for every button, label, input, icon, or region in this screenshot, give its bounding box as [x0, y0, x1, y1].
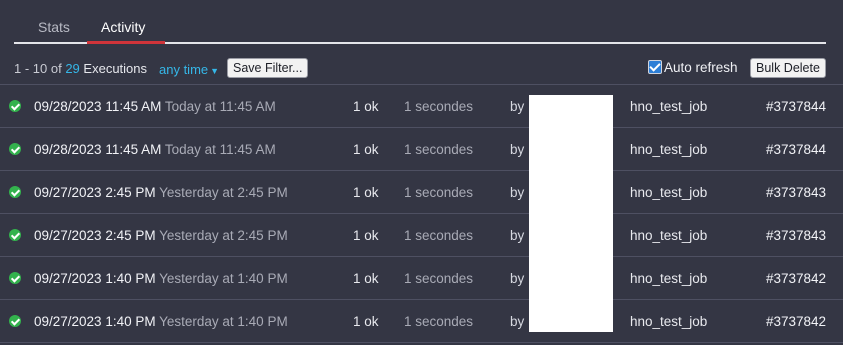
execution-relative-date: Yesterday at 1:40 PM — [159, 314, 288, 329]
tab-activity[interactable]: Activity — [101, 19, 145, 35]
execution-row[interactable]: 09/27/2023 2:45 PM Yesterday at 2:45 PM … — [0, 171, 843, 214]
executed-by-label: by — [510, 228, 525, 243]
executed-by-label: by — [510, 99, 525, 114]
executed-by-label: by — [510, 314, 525, 329]
ok-count: 1 ok — [353, 228, 379, 243]
execution-relative-date: Today at 11:45 AM — [164, 142, 276, 157]
total-count[interactable]: 29 — [65, 61, 79, 76]
execution-date: 09/27/2023 2:45 PM Yesterday at 2:45 PM — [34, 185, 288, 200]
execution-date: 09/28/2023 11:45 AM Today at 11:45 AM — [34, 142, 276, 157]
job-name[interactable]: hno_test_job — [630, 142, 707, 157]
pagination-summary: 1 - 10 of 29 Executions — [14, 61, 147, 76]
bulk-delete-button[interactable]: Bulk Delete — [750, 58, 826, 78]
execution-duration: 1 secondes — [404, 228, 474, 243]
execution-date: 09/27/2023 2:45 PM Yesterday at 2:45 PM — [34, 228, 288, 243]
success-check-icon — [9, 186, 21, 198]
execution-row[interactable]: 09/27/2023 2:45 PM Yesterday at 2:45 PM … — [0, 214, 843, 257]
execution-date: 09/28/2023 11:45 AM Today at 11:45 AM — [34, 99, 276, 114]
execution-id[interactable]: #3737844 — [766, 142, 826, 157]
job-name[interactable]: hno_test_job — [630, 271, 707, 286]
execution-duration: 1 secondes — [404, 271, 474, 286]
execution-id[interactable]: #3737842 — [766, 314, 826, 329]
execution-row[interactable]: 09/28/2023 11:45 AM Today at 11:45 AM 1 … — [0, 85, 843, 128]
job-name[interactable]: hno_test_job — [630, 228, 707, 243]
auto-refresh-label: Auto refresh — [664, 60, 738, 75]
executed-by-label: by — [510, 142, 525, 157]
execution-row[interactable]: 09/27/2023 1:40 PM Yesterday at 1:40 PM … — [0, 257, 843, 300]
executions-list: 09/28/2023 11:45 AM Today at 11:45 AM 1 … — [0, 84, 843, 343]
ok-count: 1 ok — [353, 142, 379, 157]
execution-date: 09/27/2023 1:40 PM Yesterday at 1:40 PM — [34, 271, 288, 286]
execution-relative-date: Yesterday at 2:45 PM — [159, 185, 288, 200]
execution-relative-date: Yesterday at 2:45 PM — [159, 228, 288, 243]
executed-by-label: by — [510, 185, 525, 200]
auto-refresh-checkbox[interactable] — [648, 60, 662, 74]
execution-id[interactable]: #3737843 — [766, 228, 826, 243]
time-filter-dropdown[interactable]: any time ▼ — [159, 62, 219, 77]
ok-count: 1 ok — [353, 99, 379, 114]
success-check-icon — [9, 100, 21, 112]
execution-id[interactable]: #3737843 — [766, 185, 826, 200]
time-filter-label: any time — [159, 62, 209, 77]
executed-by-label: by — [510, 271, 525, 286]
range-text: 1 - 10 of — [14, 61, 62, 76]
caret-down-icon: ▼ — [210, 66, 220, 76]
execution-date: 09/27/2023 1:40 PM Yesterday at 1:40 PM — [34, 314, 288, 329]
auto-refresh-toggle[interactable]: Auto refresh — [648, 60, 738, 75]
active-tab-indicator — [87, 41, 165, 44]
execution-duration: 1 secondes — [404, 314, 474, 329]
tab-bar: Stats Activity — [14, 0, 826, 44]
executions-label: Executions — [83, 61, 148, 76]
execution-id[interactable]: #3737842 — [766, 271, 826, 286]
save-filter-button[interactable]: Save Filter... — [227, 58, 309, 78]
execution-duration: 1 secondes — [404, 99, 474, 114]
success-check-icon — [9, 315, 21, 327]
ok-count: 1 ok — [353, 314, 379, 329]
ok-count: 1 ok — [353, 271, 379, 286]
success-check-icon — [9, 229, 21, 241]
job-name[interactable]: hno_test_job — [630, 99, 707, 114]
execution-id[interactable]: #3737844 — [766, 99, 826, 114]
job-name[interactable]: hno_test_job — [630, 185, 707, 200]
executions-toolbar: 1 - 10 of 29 Executions any time ▼ Save F… — [14, 58, 826, 80]
execution-row[interactable]: 09/28/2023 11:45 AM Today at 11:45 AM 1 … — [0, 128, 843, 171]
success-check-icon — [9, 272, 21, 284]
redacted-user-block — [529, 95, 613, 332]
tab-stats[interactable]: Stats — [38, 19, 70, 35]
execution-relative-date: Today at 11:45 AM — [164, 99, 276, 114]
execution-duration: 1 secondes — [404, 142, 474, 157]
success-check-icon — [9, 143, 21, 155]
execution-duration: 1 secondes — [404, 185, 474, 200]
execution-relative-date: Yesterday at 1:40 PM — [159, 271, 288, 286]
job-name[interactable]: hno_test_job — [630, 314, 707, 329]
ok-count: 1 ok — [353, 185, 379, 200]
execution-row[interactable]: 09/27/2023 1:40 PM Yesterday at 1:40 PM … — [0, 300, 843, 343]
